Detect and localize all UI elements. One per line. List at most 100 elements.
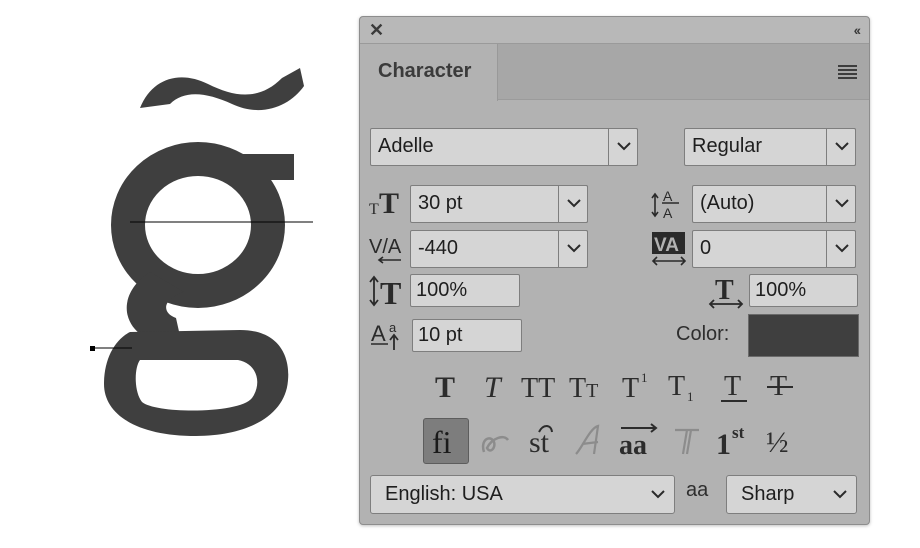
panel-titlebar: ✕ ‹‹ — [360, 17, 869, 44]
tracking-dropdown-button[interactable] — [826, 230, 856, 268]
svg-text:T: T — [369, 201, 379, 217]
titling-t-icon — [675, 428, 699, 455]
ordinals-icon: 1st — [716, 423, 745, 461]
antialias-select[interactable]: Sharp — [726, 475, 857, 514]
discretionary-ligatures-button[interactable]: st — [520, 418, 566, 464]
contextual-alternate-icon — [481, 436, 510, 453]
font-size-field[interactable]: 30 pt — [410, 185, 588, 223]
contextual-alternates-button[interactable] — [473, 418, 519, 464]
baseline-shift-field[interactable]: 10 pt — [412, 319, 522, 352]
horizontal-scale-icon: T — [708, 275, 744, 309]
faux-bold-icon: T — [435, 371, 455, 404]
svg-text:st: st — [732, 423, 745, 442]
leading-dropdown-button[interactable] — [826, 185, 856, 223]
svg-text:aa: aa — [619, 430, 647, 461]
font-style-value: Regular — [692, 135, 763, 157]
svg-text:A: A — [663, 205, 673, 221]
ligature-fi-icon: fi — [432, 424, 452, 460]
strikethrough-button[interactable]: T — [758, 369, 802, 405]
fractions-button[interactable]: ½ — [759, 418, 805, 464]
strikethrough-icon: T — [767, 371, 793, 402]
titling-alternates-button[interactable] — [664, 418, 710, 464]
faux-bold-button[interactable]: T — [426, 369, 470, 405]
svg-text:½: ½ — [766, 426, 789, 459]
svg-text:T: T — [724, 371, 741, 402]
discretionary-ligature-icon: st — [529, 425, 553, 459]
vertical-scale-icon: T — [369, 275, 401, 307]
font-family-value: Adelle — [378, 135, 434, 157]
chevron-down-icon — [835, 244, 849, 253]
svg-text:fi: fi — [432, 424, 452, 460]
guide-handle — [90, 346, 95, 351]
leading-value: (Auto) — [700, 192, 755, 214]
standard-ligatures-button[interactable]: fi — [423, 418, 469, 464]
faux-italic-icon: T — [484, 371, 503, 404]
svg-text:T: T — [435, 371, 455, 404]
font-style-field[interactable]: Regular — [684, 128, 856, 166]
antialias-value: Sharp — [741, 483, 795, 505]
svg-text:T: T — [380, 275, 401, 307]
svg-text:A: A — [663, 188, 673, 204]
svg-text:T: T — [379, 187, 399, 217]
color-swatch[interactable] — [748, 314, 859, 357]
font-family-field[interactable]: Adelle — [370, 128, 638, 166]
vertical-scale-field[interactable]: 100% — [410, 274, 520, 307]
language-value: English: USA — [385, 483, 503, 505]
svg-text:T: T — [622, 373, 639, 404]
fraction-icon: ½ — [766, 426, 789, 459]
panel-menu-icon[interactable] — [838, 65, 857, 79]
tracking-field[interactable]: 0 — [692, 230, 856, 268]
font-size-icon: T T — [369, 187, 399, 217]
vertical-scale-value: 100% — [416, 279, 468, 301]
superscript-button[interactable]: T1 — [614, 369, 658, 405]
kerning-dropdown-button[interactable] — [558, 230, 588, 268]
swash-button[interactable] — [567, 418, 613, 464]
small-caps-button[interactable]: Tt — [566, 369, 610, 405]
all-caps-button[interactable]: TT — [518, 369, 562, 405]
svg-text:T: T — [715, 275, 734, 306]
tracking-icon: VA — [651, 232, 687, 266]
chevron-down-icon — [835, 142, 849, 151]
ear-bar — [238, 154, 294, 180]
font-size-dropdown-button[interactable] — [558, 185, 588, 223]
small-caps-icon: Tt — [569, 373, 598, 404]
stylistic-alternates-button[interactable]: aa — [616, 418, 662, 464]
svg-text:T: T — [668, 371, 685, 402]
font-family-dropdown-button[interactable] — [608, 128, 638, 166]
close-icon[interactable]: ✕ — [369, 21, 384, 39]
document-canvas[interactable] — [0, 0, 355, 548]
swash-a-icon — [575, 424, 600, 455]
horizontal-scale-field[interactable]: 100% — [749, 274, 858, 307]
horizontal-scale-value: 100% — [755, 279, 807, 301]
all-caps-icon: TT — [521, 373, 555, 404]
lower-bowl — [104, 330, 289, 436]
leading-field[interactable]: (Auto) — [692, 185, 856, 223]
kerning-field[interactable]: -440 — [410, 230, 588, 268]
underline-button[interactable]: T — [712, 369, 756, 405]
ordinals-button[interactable]: 1st — [712, 418, 758, 464]
tracking-value: 0 — [700, 237, 712, 259]
font-size-value: 30 pt — [418, 192, 463, 214]
chevron-down-icon — [833, 490, 847, 499]
svg-text:TT: TT — [521, 373, 555, 404]
svg-text:1: 1 — [641, 370, 648, 385]
panel-tabbar: Character — [360, 44, 869, 101]
subscript-icon: T1 — [668, 371, 694, 404]
subscript-button[interactable]: T1 — [662, 369, 706, 405]
chevron-down-icon — [567, 244, 581, 253]
kerning-icon: V/A — [369, 236, 402, 264]
svg-text:a: a — [389, 320, 397, 335]
font-style-dropdown-button[interactable] — [826, 128, 856, 166]
superscript-icon: T1 — [622, 370, 648, 404]
faux-italic-button[interactable]: T — [472, 369, 516, 405]
collapse-icon[interactable]: ‹‹ — [854, 22, 861, 38]
tilde-stroke — [140, 68, 304, 111]
language-select[interactable]: English: USA — [370, 475, 675, 514]
glyph-g-tilde-artwork — [90, 68, 313, 436]
tab-character[interactable]: Character — [360, 44, 498, 101]
chevron-down-icon — [567, 199, 581, 208]
svg-text:A: A — [371, 321, 386, 346]
svg-text:1: 1 — [687, 389, 694, 404]
chevron-down-icon — [835, 199, 849, 208]
svg-text:T: T — [484, 371, 503, 404]
